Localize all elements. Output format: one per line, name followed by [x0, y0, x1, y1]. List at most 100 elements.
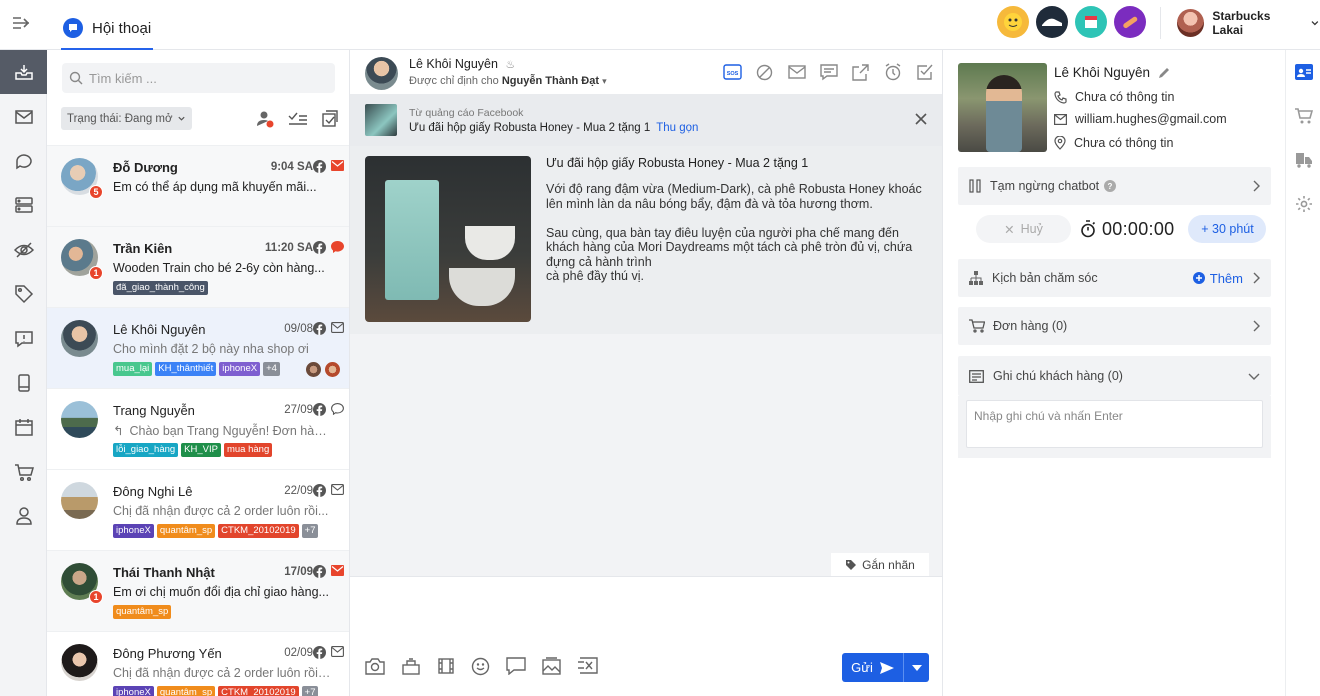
mail-icon[interactable]	[0, 94, 47, 138]
avatar	[61, 482, 98, 519]
inbox-icon[interactable]	[0, 50, 47, 95]
pause-icon	[969, 179, 981, 193]
conversation-item[interactable]: 5 Đỗ Dương 9:04 SA Em có thể áp dụng mã …	[47, 145, 349, 226]
tab-conversations[interactable]: Hội thoại	[61, 8, 154, 50]
message-composer[interactable]: Gửi	[350, 576, 942, 696]
ad-heading: Ưu đãi hộp giấy Robusta Honey - Mua 2 tặ…	[546, 156, 809, 170]
cart-icon[interactable]	[1286, 94, 1320, 138]
reply-arrow-icon: ↰	[113, 424, 124, 438]
search-box[interactable]	[62, 63, 335, 93]
tag: quantâm_sp	[113, 605, 172, 619]
email-channel-icon	[331, 322, 344, 333]
message-time: 02/09	[284, 647, 313, 659]
assignee-name: Nguyễn Thành Đạt	[501, 75, 600, 87]
conversation-item[interactable]: Lê Khôi Nguyên 09/08 Cho mình đặt 2 bộ n…	[47, 307, 349, 388]
store-channel-icon[interactable]	[1075, 6, 1107, 38]
external-link-icon[interactable]	[850, 63, 871, 81]
gear-icon[interactable]	[1286, 182, 1320, 226]
video-icon[interactable]	[437, 657, 455, 675]
check-filter-icon[interactable]	[288, 110, 308, 128]
chevron-down-icon	[177, 116, 185, 121]
facebook-icon	[313, 484, 326, 497]
message-time: 09/08	[284, 323, 313, 335]
menu-toggle-icon[interactable]	[10, 12, 34, 36]
check-square-icon[interactable]	[914, 63, 935, 81]
emoji-channel-icon[interactable]	[997, 6, 1029, 38]
sos-icon[interactable]: SOS	[722, 63, 743, 81]
conversation-item[interactable]: Đông Nghi Lê 22/09 Chị đã nhận được cả 2…	[47, 469, 349, 550]
mobile-icon[interactable]	[0, 361, 47, 405]
cancel-timer-button[interactable]: ✕ Huỷ	[976, 215, 1071, 243]
plus-circle-icon	[1192, 272, 1205, 284]
add-label-button[interactable]: Gắn nhãn	[831, 553, 929, 576]
add-30-min-button[interactable]: + 30 phút	[1188, 215, 1267, 243]
list-tools	[256, 110, 338, 128]
select-all-icon[interactable]	[322, 110, 338, 128]
send-icon	[879, 661, 894, 674]
conversation-item[interactable]: 1 Thái Thanh Nhật 17/09 Em ơi chị muốn đ…	[47, 550, 349, 631]
add-care-script-button[interactable]: Thêm	[1192, 271, 1243, 286]
user-icon[interactable]	[0, 494, 47, 538]
contact-name: Trang Nguyễn	[113, 403, 195, 418]
email-row: william.hughes@gmail.com	[1054, 112, 1227, 126]
tag-icon[interactable]	[0, 272, 47, 316]
avatar	[61, 401, 98, 438]
orders-panel[interactable]: Đơn hàng (0)	[958, 307, 1271, 345]
collapse-link[interactable]: Thu gọn	[656, 122, 698, 134]
contact-card-icon[interactable]	[1286, 50, 1320, 94]
tag: đã_giao_thành_công	[113, 281, 208, 295]
cart-icon[interactable]	[0, 450, 47, 494]
status-filter-dropdown[interactable]: Trạng thái: Đang mở	[61, 107, 192, 130]
help-icon[interactable]: ?	[1104, 180, 1117, 192]
calendar-icon[interactable]	[0, 405, 47, 449]
gif-icon[interactable]	[577, 657, 598, 674]
server-icon[interactable]	[0, 183, 47, 227]
edit-pencil-icon[interactable]	[1158, 67, 1170, 79]
comment-icon[interactable]	[0, 139, 47, 183]
alarm-clock-icon[interactable]	[882, 63, 903, 81]
conversation-list: Trạng thái: Đang mở 5 Đỗ Dương 9:04 SA E…	[47, 50, 350, 696]
email-value: william.hughes@gmail.com	[1075, 112, 1227, 126]
top-bar: Hội thoại Starbucks Lakai	[0, 0, 1320, 50]
user-menu[interactable]: Starbucks Lakai	[1160, 7, 1320, 39]
svg-text:?: ?	[1108, 182, 1113, 191]
emoji-icon[interactable]	[471, 657, 490, 676]
unread-badge: 1	[89, 590, 103, 604]
assigned-prefix: Được chỉ định cho	[409, 75, 499, 87]
close-icon[interactable]	[914, 112, 928, 126]
hotdog-channel-icon[interactable]	[1114, 6, 1146, 38]
quick-reply-icon[interactable]	[506, 657, 526, 675]
image-icon[interactable]	[542, 657, 561, 675]
tag-more: +7	[301, 524, 319, 538]
block-icon[interactable]	[754, 63, 775, 81]
send-options-dropdown[interactable]	[904, 653, 929, 682]
conversation-item[interactable]: 1 Trần Kiên 11:20 SA Wooden Train cho bé…	[47, 226, 349, 307]
tag-list: mua_lại KH_thânthiết iphoneX +4	[113, 362, 280, 376]
assign-user-icon[interactable]	[256, 110, 274, 128]
note-input[interactable]: Nhập ghi chú và nhấn Enter	[966, 400, 1263, 448]
chatbot-pause-panel[interactable]: Tạm ngừng chatbot ?	[958, 167, 1271, 205]
mail-icon[interactable]	[786, 63, 807, 81]
sitemap-icon	[969, 271, 983, 285]
search-input[interactable]	[89, 70, 309, 86]
camera-icon[interactable]	[365, 657, 385, 675]
chatbot-timer: ✕ Huỷ 00:00:00 + 30 phút	[976, 215, 1267, 243]
product-icon[interactable]	[401, 657, 421, 675]
delivery-icon[interactable]	[1286, 138, 1320, 182]
feedback-icon[interactable]	[0, 316, 47, 360]
chevron-down-icon	[1311, 21, 1319, 26]
eye-off-icon[interactable]	[0, 228, 47, 272]
customer-notes-panel[interactable]: Ghi chú khách hàng (0)	[958, 356, 1271, 396]
cart-icon	[969, 319, 985, 333]
message-icon[interactable]	[818, 63, 839, 81]
sneaker-channel-icon[interactable]	[1036, 6, 1068, 38]
conversation-item[interactable]: Trang Nguyễn 27/09 ↰ Chào bạn Trang Nguyễ…	[47, 388, 349, 469]
conversation-item[interactable]: Đông Phương Yến 02/09 Chị đã nhận được c…	[47, 631, 349, 696]
email-channel-icon	[331, 565, 344, 576]
assignment-dropdown[interactable]: Được chỉ định cho Nguyễn Thành Đạt ▾	[409, 75, 607, 87]
email-channel-icon	[331, 484, 344, 495]
care-script-panel[interactable]: Kịch bản chăm sóc Thêm	[958, 259, 1271, 297]
birthday-cake-icon: ♨	[505, 59, 516, 71]
tag: iphoneX	[219, 362, 261, 376]
send-button[interactable]: Gửi	[842, 653, 904, 682]
